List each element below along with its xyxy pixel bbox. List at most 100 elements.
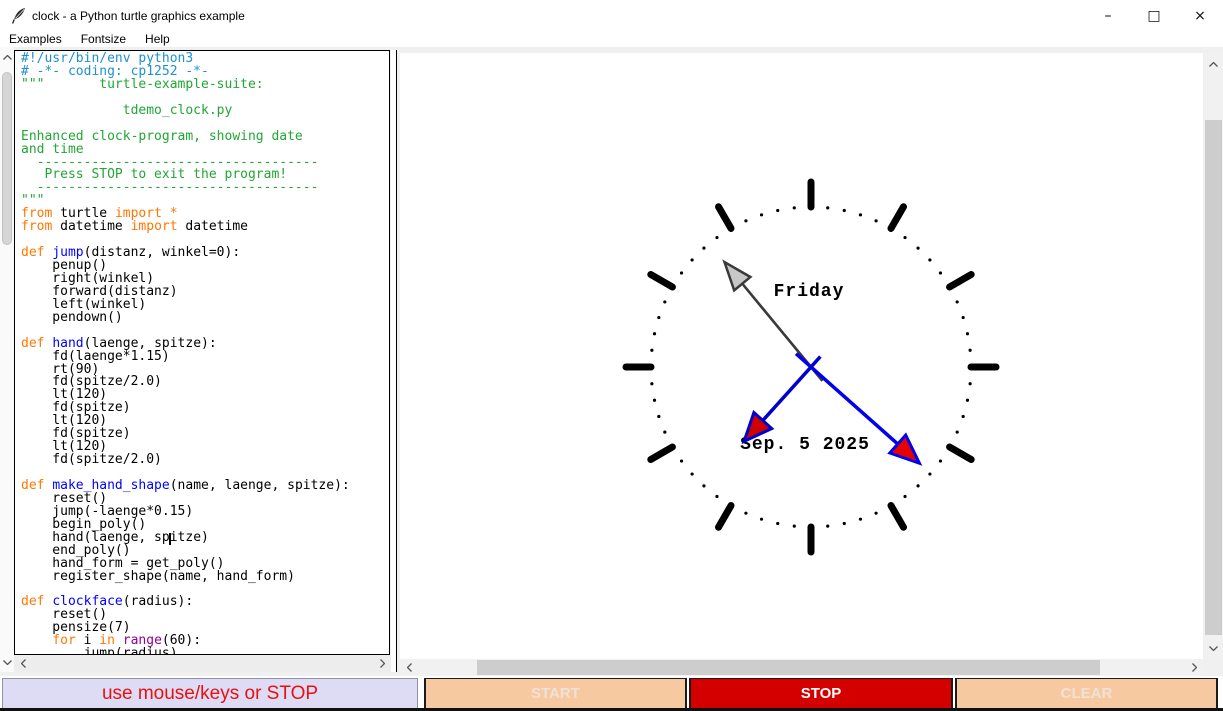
pane-sash[interactable]: [391, 50, 397, 672]
minute-dot: [776, 521, 780, 526]
minute-dot: [961, 414, 965, 419]
code-line: jump(radius): [21, 646, 178, 655]
turtle-canvas[interactable]: Friday Sep. 5 2025: [400, 53, 1203, 659]
minute-dot: [702, 484, 706, 488]
minute-dot: [874, 219, 878, 223]
minimize-button[interactable]: –: [1085, 0, 1131, 32]
maximize-button[interactable]: □: [1131, 0, 1177, 32]
minute-dot: [955, 300, 959, 304]
minute-dot: [663, 430, 667, 434]
minute-dot: [690, 258, 694, 262]
chevron-down-icon[interactable]: [0, 656, 14, 668]
canvas-vscroll-thumb[interactable]: [1205, 120, 1222, 635]
chevron-left-icon[interactable]: [402, 659, 416, 676]
minute-dot: [858, 213, 863, 217]
minute-dot: [965, 398, 970, 402]
hour-tick: [946, 271, 975, 291]
code-line: """ turtle-example-suite:: [21, 76, 264, 92]
hour-tick: [647, 443, 676, 463]
minute-dot: [652, 332, 657, 336]
minute-dot: [842, 208, 846, 213]
minute-dot: [965, 332, 970, 336]
minute-dot: [938, 271, 943, 275]
minute-dot: [744, 511, 748, 515]
minute-dot: [690, 472, 694, 476]
minute-dot: [702, 246, 706, 250]
code-line: fd(spitze/2.0): [21, 452, 162, 468]
minute-dot: [874, 511, 878, 515]
minute-dot: [903, 235, 907, 240]
code-line: pendown(): [21, 309, 123, 325]
minute-dot: [961, 315, 965, 320]
menubar: Examples Fontsize Help: [0, 31, 1223, 47]
minute-dot: [826, 206, 830, 210]
second-hand-arrowhead: [722, 259, 753, 293]
minute-dot: [679, 271, 684, 275]
minute-dot: [928, 472, 932, 476]
hour-tick: [647, 271, 676, 291]
minute-dot: [663, 300, 667, 304]
clock-drawing: Friday Sep. 5 2025: [622, 178, 1000, 556]
chevron-up-icon[interactable]: [1204, 58, 1223, 70]
chevron-up-icon[interactable]: [0, 51, 14, 63]
minute-dot: [968, 382, 972, 386]
hour-tick: [715, 203, 735, 232]
python-feather-icon: [11, 8, 25, 24]
minute-dot: [826, 524, 830, 528]
menu-examples[interactable]: Examples: [9, 32, 62, 46]
minute-dot: [715, 494, 719, 499]
minute-dot: [968, 348, 972, 352]
code-editor[interactable]: #!/usr/bin/env python3 # -*- coding: cp12…: [14, 50, 390, 655]
status-label: use mouse/keys or STOP: [2, 678, 418, 709]
minute-dot: [792, 524, 796, 528]
minute-dot: [759, 517, 764, 521]
minute-dot: [916, 484, 920, 488]
code-line: from datetime import datetime: [21, 219, 249, 235]
minute-dot: [650, 382, 654, 386]
titlebar[interactable]: clock - a Python turtle graphics example…: [0, 0, 1223, 32]
canvas-vertical-scrollbar[interactable]: [1204, 53, 1223, 659]
menu-help[interactable]: Help: [145, 32, 170, 46]
minute-dot: [955, 430, 959, 434]
minute-dot: [744, 219, 748, 223]
start-button[interactable]: START: [424, 678, 687, 709]
minute-dot: [679, 459, 684, 463]
minute-dot: [903, 494, 907, 499]
code-vertical-scrollbar[interactable]: [0, 47, 14, 672]
minute-dot: [776, 208, 780, 213]
hour-tick: [715, 502, 735, 531]
minute-dot: [652, 398, 657, 402]
minute-dot: [715, 235, 719, 240]
window-title: clock - a Python turtle graphics example: [32, 9, 245, 23]
hour-hand-shaft: [758, 355, 822, 425]
minute-dot: [916, 246, 920, 250]
chevron-left-icon[interactable]: [16, 655, 30, 672]
minute-dot: [657, 315, 661, 320]
code-vscroll-thumb[interactable]: [2, 72, 12, 245]
close-button[interactable]: ×: [1177, 0, 1223, 32]
hour-tick: [887, 502, 907, 531]
code-horizontal-scrollbar[interactable]: [14, 655, 391, 672]
minute-dot: [792, 206, 796, 210]
code-line: tdemo_clock.py: [21, 102, 233, 118]
chevron-right-icon[interactable]: [375, 655, 389, 672]
clear-button[interactable]: CLEAR: [955, 678, 1218, 709]
minute-dot: [842, 521, 846, 526]
menu-fontsize[interactable]: Fontsize: [81, 32, 126, 46]
minute-dot: [657, 414, 661, 419]
canvas-hscroll-thumb[interactable]: [477, 660, 1100, 675]
stop-button[interactable]: STOP: [689, 678, 953, 709]
hour-tick: [946, 443, 975, 463]
chevron-right-icon[interactable]: [1187, 659, 1201, 676]
canvas-horizontal-scrollbar[interactable]: [400, 659, 1203, 676]
chevron-down-icon[interactable]: [1204, 642, 1223, 654]
code-line: ------------------------------------: [21, 180, 319, 196]
hour-tick: [887, 203, 907, 232]
weekday-text: Friday: [774, 282, 845, 302]
minute-dot: [759, 213, 764, 217]
minute-dot: [650, 348, 654, 352]
minute-dot: [938, 459, 943, 463]
app-window: clock - a Python turtle graphics example…: [0, 0, 1223, 711]
date-text: Sep. 5 2025: [740, 435, 870, 455]
minute-dot: [928, 258, 932, 262]
